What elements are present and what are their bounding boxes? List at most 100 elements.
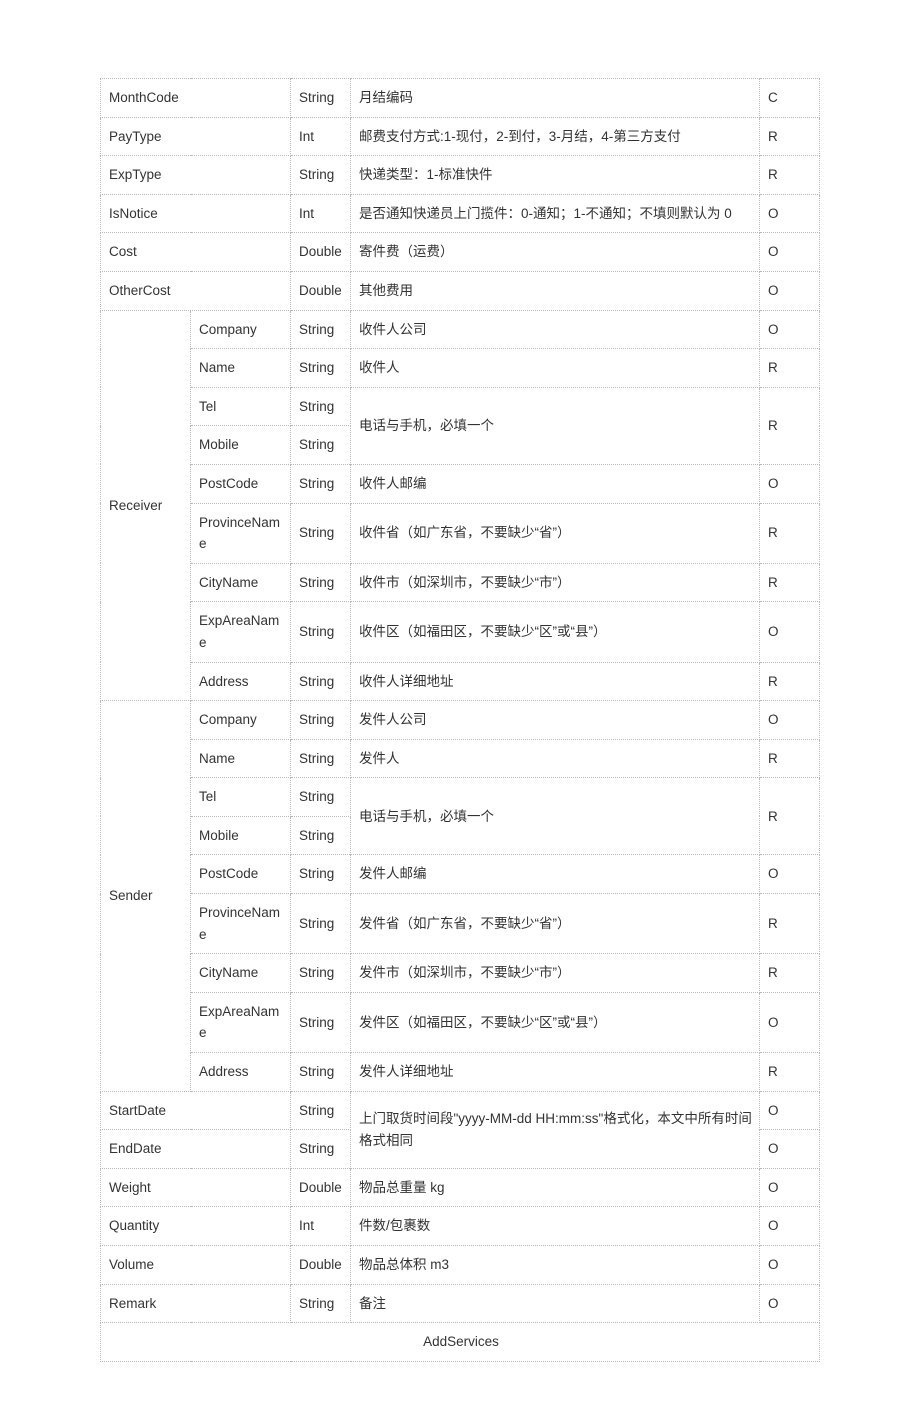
param-name: CityName <box>191 563 291 602</box>
param-name: ProvinceName <box>191 894 291 954</box>
param-req: O <box>760 233 820 272</box>
param-type: String <box>291 503 351 563</box>
param-type: String <box>291 1284 351 1323</box>
table-row: CityName String 收件市（如深圳市，不要缺少“市”） R <box>101 563 820 602</box>
param-name: Tel <box>191 778 291 817</box>
param-name: Address <box>191 662 291 701</box>
table-row: Weight Double 物品总重量 kg O <box>101 1168 820 1207</box>
param-req: O <box>760 1246 820 1285</box>
param-name: PostCode <box>191 464 291 503</box>
param-desc: 发件省（如广东省，不要缺少“省”） <box>351 894 760 954</box>
param-type: String <box>291 1130 351 1169</box>
param-type: String <box>291 156 351 195</box>
table-row: Name String 收件人 R <box>101 349 820 388</box>
param-type: String <box>291 894 351 954</box>
param-req: O <box>760 1130 820 1169</box>
table-row: ExpAreaName String 收件区（如福田区，不要缺少“区”或“县”）… <box>101 602 820 662</box>
param-desc: 发件人邮编 <box>351 855 760 894</box>
param-name: IsNotice <box>101 194 291 233</box>
table-row: Receiver Company String 收件人公司 O <box>101 310 820 349</box>
param-name: Mobile <box>191 426 291 465</box>
param-name: Quantity <box>101 1207 291 1246</box>
param-type: Int <box>291 1207 351 1246</box>
param-req: O <box>760 992 820 1052</box>
param-req: O <box>760 1091 820 1130</box>
param-req: O <box>760 1168 820 1207</box>
param-type: String <box>291 992 351 1052</box>
param-desc: 电话与手机，必填一个 <box>351 778 760 855</box>
param-type: Int <box>291 194 351 233</box>
param-name: ProvinceName <box>191 503 291 563</box>
param-req: R <box>760 563 820 602</box>
param-desc: 寄件费（运费） <box>351 233 760 272</box>
param-req: O <box>760 1207 820 1246</box>
param-req: O <box>760 464 820 503</box>
param-name: StartDate <box>101 1091 291 1130</box>
param-type: Double <box>291 1168 351 1207</box>
param-type: Int <box>291 117 351 156</box>
param-req: R <box>760 739 820 778</box>
param-desc: 发件市（如深圳市，不要缺少“市”） <box>351 954 760 993</box>
param-desc: 备注 <box>351 1284 760 1323</box>
param-name: Mobile <box>191 816 291 855</box>
param-type: String <box>291 701 351 740</box>
param-name: PayType <box>101 117 291 156</box>
table-row: PayType Int 邮费支付方式:1-现付，2-到付，3-月结，4-第三方支… <box>101 117 820 156</box>
param-name: PostCode <box>191 855 291 894</box>
param-type: String <box>291 310 351 349</box>
param-req: R <box>760 778 820 855</box>
param-type: String <box>291 778 351 817</box>
param-req: R <box>760 349 820 388</box>
param-name: Company <box>191 701 291 740</box>
param-desc: 电话与手机，必填一个 <box>351 387 760 464</box>
param-desc: 其他费用 <box>351 271 760 310</box>
param-desc: 收件区（如福田区，不要缺少“区”或“县”） <box>351 602 760 662</box>
table-row: ExpType String 快递类型：1-标准快件 R <box>101 156 820 195</box>
param-group-name: Receiver <box>101 310 191 701</box>
param-desc: 收件人邮编 <box>351 464 760 503</box>
param-desc: 月结编码 <box>351 79 760 118</box>
param-desc: 发件人详细地址 <box>351 1053 760 1092</box>
param-req: R <box>760 894 820 954</box>
param-desc: 物品总重量 kg <box>351 1168 760 1207</box>
param-req: R <box>760 1053 820 1092</box>
param-desc: 快递类型：1-标准快件 <box>351 156 760 195</box>
param-req: O <box>760 194 820 233</box>
param-desc: 物品总体积 m3 <box>351 1246 760 1285</box>
table-row: MonthCode String 月结编码 C <box>101 79 820 118</box>
param-req: O <box>760 701 820 740</box>
param-name: Tel <box>191 387 291 426</box>
param-type: String <box>291 602 351 662</box>
param-req: O <box>760 855 820 894</box>
table-row: Tel String 电话与手机，必填一个 R <box>101 387 820 426</box>
param-type: String <box>291 662 351 701</box>
param-desc: 收件人详细地址 <box>351 662 760 701</box>
table-row: Remark String 备注 O <box>101 1284 820 1323</box>
param-type: String <box>291 426 351 465</box>
table-row: Sender Company String 发件人公司 O <box>101 701 820 740</box>
param-desc: 收件市（如深圳市，不要缺少“市”） <box>351 563 760 602</box>
table-row: CityName String 发件市（如深圳市，不要缺少“市”） R <box>101 954 820 993</box>
param-desc: 收件人公司 <box>351 310 760 349</box>
param-name: Cost <box>101 233 291 272</box>
table-row: PostCode String 收件人邮编 O <box>101 464 820 503</box>
param-name: OtherCost <box>101 271 291 310</box>
param-type: String <box>291 1053 351 1092</box>
parameter-table-page: MonthCode String 月结编码 C PayType Int 邮费支付… <box>0 0 920 1422</box>
param-req: R <box>760 117 820 156</box>
table-row: ProvinceName String 发件省（如广东省，不要缺少“省”） R <box>101 894 820 954</box>
param-desc: 收件人 <box>351 349 760 388</box>
param-name: MonthCode <box>101 79 291 118</box>
param-desc: 邮费支付方式:1-现付，2-到付，3-月结，4-第三方支付 <box>351 117 760 156</box>
table-row: Volume Double 物品总体积 m3 O <box>101 1246 820 1285</box>
table-row: Address String 收件人详细地址 R <box>101 662 820 701</box>
param-desc: 发件人 <box>351 739 760 778</box>
param-req: R <box>760 387 820 464</box>
param-type: Double <box>291 233 351 272</box>
param-type: String <box>291 816 351 855</box>
table-row: Quantity Int 件数/包裹数 O <box>101 1207 820 1246</box>
param-type: Double <box>291 271 351 310</box>
param-name: EndDate <box>101 1130 291 1169</box>
param-req: R <box>760 954 820 993</box>
param-desc: 发件人公司 <box>351 701 760 740</box>
